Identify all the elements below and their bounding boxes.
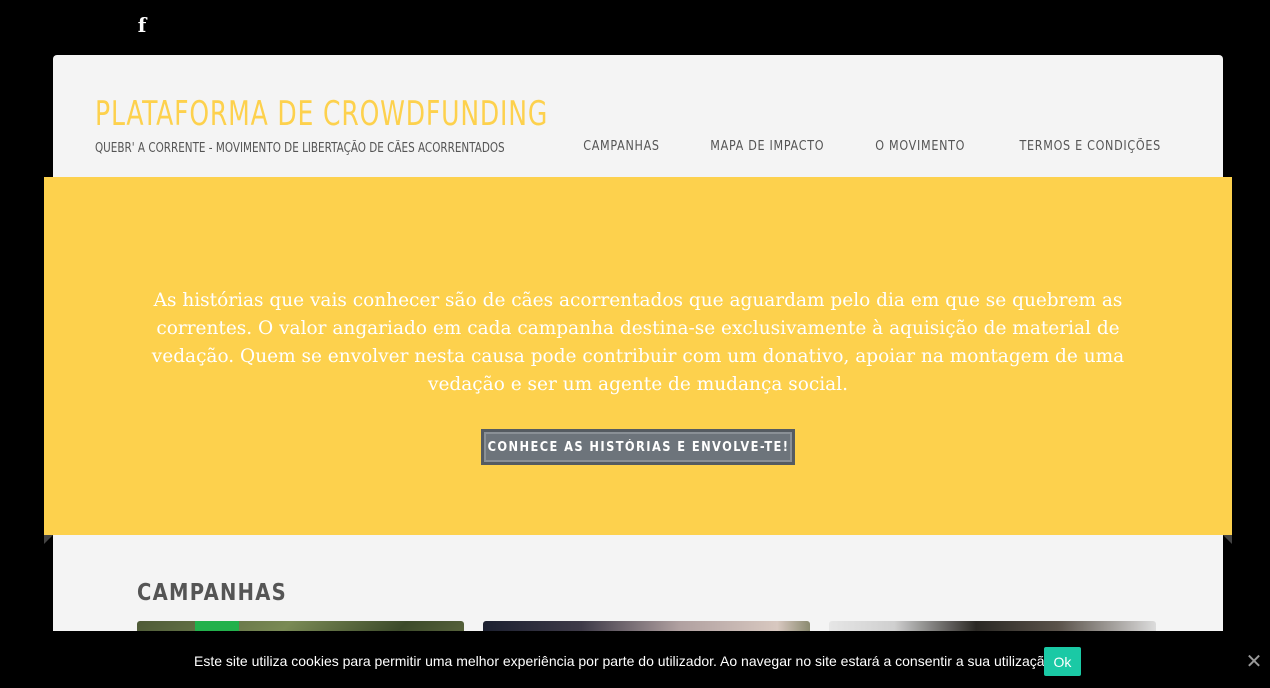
stories-cta-label: CONHECE AS HISTÓRIAS E ENVOLVE-TE!	[487, 439, 789, 455]
banner-fold-left	[44, 535, 53, 544]
banner-fold-right	[1223, 535, 1232, 544]
nav-item-campanhas[interactable]: CAMPANHAS	[583, 139, 659, 154]
main-nav: CAMPANHAS MAPA DE IMPACTO O MOVIMENTO TE…	[577, 139, 1172, 154]
cookie-ok-button[interactable]: Ok	[1044, 647, 1081, 676]
nav-item-o-movimento[interactable]: O MOVIMENTO	[875, 139, 965, 154]
campaigns-heading: CAMPANHAS	[137, 580, 288, 606]
close-icon[interactable]: ✕	[1244, 651, 1264, 671]
top-bar: f	[0, 0, 1270, 55]
site-tagline: QUEBR' A CORRENTE - MOVIMENTO DE LIBERTA…	[95, 141, 505, 156]
hero-banner: As histórias que vais conhecer são de cã…	[44, 177, 1232, 535]
stories-cta-button[interactable]: CONHECE AS HISTÓRIAS E ENVOLVE-TE!	[481, 429, 795, 465]
nav-item-termos-e-condicoes[interactable]: TERMOS E CONDIÇÕES	[1019, 139, 1160, 154]
hero-text: As histórias que vais conhecer são de cã…	[151, 290, 1125, 395]
cookie-consent-bar: Este site utiliza cookies para permitir …	[0, 631, 1270, 688]
nav-item-mapa-de-impacto[interactable]: MAPA DE IMPACTO	[710, 139, 824, 154]
cookie-consent-text: Este site utiliza cookies para permitir …	[194, 653, 1057, 669]
facebook-icon[interactable]: f	[134, 14, 150, 36]
site-title[interactable]: PLATAFORMA DE CROWDFUNDING	[95, 94, 548, 134]
